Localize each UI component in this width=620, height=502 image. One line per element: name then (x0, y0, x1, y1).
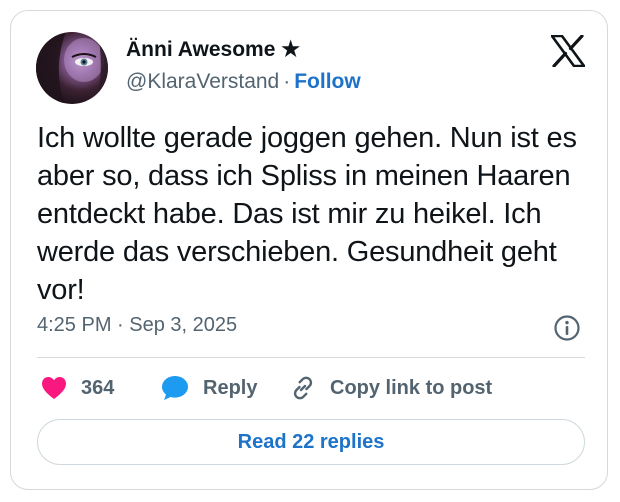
copy-link-label: Copy link to post (330, 376, 493, 399)
reply-button[interactable]: Reply (161, 373, 257, 403)
x-logo-icon[interactable] (550, 34, 586, 68)
display-name[interactable]: Änni Awesome ★ (126, 37, 300, 62)
like-count: 364 (81, 376, 115, 399)
tweet-card: Änni Awesome ★ @KlaraVerstand · Follow Ich… (10, 10, 608, 490)
tweet-timestamp[interactable]: 4:25 PM · Sep 3, 2025 (37, 314, 237, 337)
separator-dot: · (283, 70, 291, 93)
avatar-image (36, 32, 108, 104)
heart-icon (42, 377, 66, 399)
reply-label: Reply (203, 376, 258, 399)
avatar[interactable] (36, 32, 108, 104)
copy-link-button[interactable]: Copy link to post (290, 373, 492, 403)
tweet-text: Ich wollte gerade joggen gehen. Nun ist … (37, 122, 577, 306)
reply-bubble-icon (162, 376, 188, 400)
read-replies-button[interactable]: Read 22 replies (37, 419, 585, 465)
info-icon[interactable] (553, 314, 581, 342)
user-handle[interactable]: @KlaraVerstand (126, 70, 279, 93)
follow-link[interactable]: Follow (294, 70, 361, 93)
divider (37, 357, 585, 358)
like-button[interactable]: 364 (41, 373, 114, 403)
handle-row: @KlaraVerstand · Follow (126, 70, 361, 94)
link-icon (293, 376, 313, 400)
read-replies-label: Read 22 replies (237, 430, 385, 453)
